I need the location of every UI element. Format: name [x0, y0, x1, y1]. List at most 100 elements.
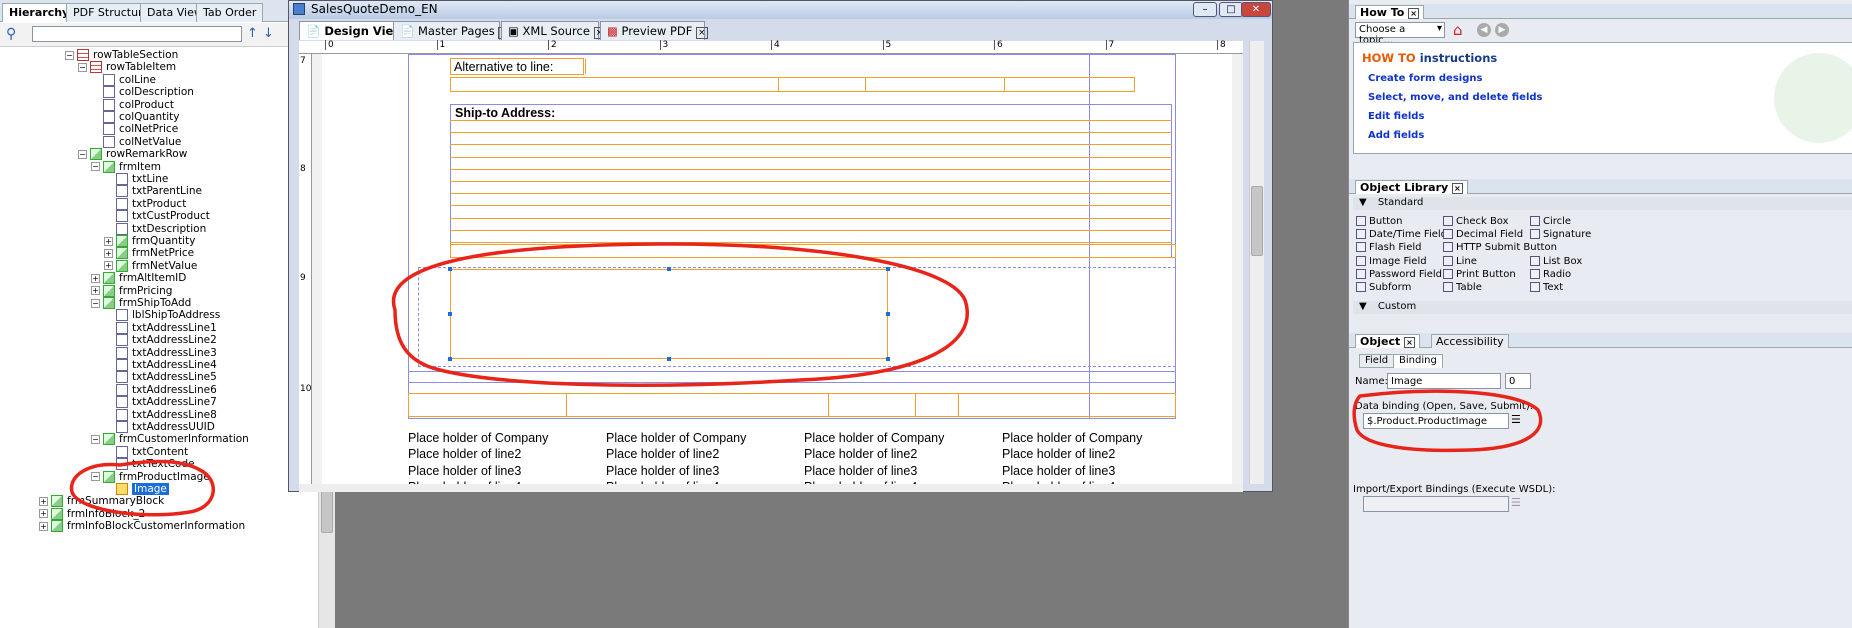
resize-handle[interactable]	[448, 357, 452, 361]
library-item[interactable]: Radio	[1530, 268, 1571, 280]
scrollbar-thumb[interactable]	[1251, 186, 1263, 256]
library-item[interactable]: Signature	[1530, 229, 1591, 240]
address-line-field[interactable]	[450, 168, 1172, 170]
expand-icon[interactable]: +	[91, 286, 100, 296]
expand-icon[interactable]: +	[39, 521, 48, 531]
collapse-icon[interactable]: −	[91, 434, 100, 444]
arrow-up-icon[interactable]: ↑	[247, 26, 258, 41]
close-icon[interactable]: ×	[1404, 337, 1415, 348]
custom-section-header[interactable]: ▼ Custom	[1353, 301, 1852, 314]
library-item[interactable]: Print Button	[1443, 268, 1516, 280]
library-item[interactable]: Circle	[1530, 216, 1571, 227]
address-line-field[interactable]	[450, 181, 1172, 182]
library-item[interactable]: Image Field	[1356, 255, 1427, 267]
resize-handle[interactable]	[886, 357, 890, 361]
howto-link-create[interactable]: Create form designs	[1368, 73, 1482, 84]
howto-title[interactable]: How To ×	[1355, 5, 1424, 19]
address-line-field[interactable]	[450, 242, 1172, 243]
library-item[interactable]: Line	[1443, 255, 1477, 267]
home-icon[interactable]: ⌂	[1453, 21, 1463, 39]
tab-accessibility[interactable]: Accessibility	[1431, 334, 1509, 348]
address-line-field[interactable]	[450, 132, 1172, 134]
form-page[interactable]: Alternative to line: Ship-to Address: Pl…	[322, 54, 1232, 484]
howto-link-select[interactable]: Select, move, and delete fields	[1368, 92, 1543, 103]
object-library-title[interactable]: Object Library ×	[1355, 180, 1468, 194]
library-item[interactable]: Text	[1530, 282, 1563, 293]
design-canvas[interactable]: Alternative to line: Ship-to Address: Pl…	[312, 54, 1243, 484]
topic-select[interactable]: Choose a topic... ▾	[1355, 22, 1445, 46]
expand-icon[interactable]: +	[104, 261, 113, 271]
library-item-label: Check Box	[1456, 216, 1509, 227]
binding-menu-icon[interactable]: ☰	[1511, 413, 1521, 426]
close-icon[interactable]: ×	[1408, 8, 1419, 19]
address-line-field[interactable]	[450, 193, 1172, 195]
resize-handle[interactable]	[886, 267, 890, 271]
expand-icon[interactable]: +	[104, 248, 113, 258]
library-item[interactable]: HTTP Submit Button	[1443, 242, 1557, 253]
tab-xml-source[interactable]: ▣ XML Source ×	[501, 21, 606, 40]
library-item[interactable]: Check Box	[1443, 216, 1509, 227]
canvas-horizontal-scrollbar[interactable]	[299, 484, 1243, 492]
summary-row[interactable]	[408, 393, 1176, 417]
address-line-field[interactable]	[450, 120, 1172, 121]
search-input[interactable]	[32, 26, 242, 42]
product-image-field[interactable]	[450, 269, 888, 359]
collapse-icon[interactable]: −	[65, 50, 74, 60]
address-line-field[interactable]	[450, 217, 1172, 219]
image-field-icon	[1356, 255, 1366, 266]
forward-icon[interactable]: ▶	[1495, 23, 1509, 37]
library-item[interactable]: Table	[1443, 282, 1482, 293]
library-item[interactable]: Date/Time Field	[1356, 229, 1447, 240]
subtab-binding[interactable]: Binding	[1393, 354, 1443, 368]
address-line-field[interactable]	[450, 156, 1172, 158]
howto-link-edit[interactable]: Edit fields	[1368, 111, 1424, 122]
tab-preview-pdf[interactable]: ▩ Preview PDF ×	[600, 21, 708, 40]
tab-object[interactable]: Object ×	[1355, 334, 1420, 348]
address-uuid-field[interactable]	[450, 244, 1176, 258]
back-icon[interactable]: ◀	[1477, 23, 1491, 37]
name-index-input[interactable]	[1505, 373, 1531, 389]
arrow-down-icon[interactable]: ↓	[263, 26, 274, 41]
alternative-field[interactable]: Alternative to line:	[450, 58, 586, 75]
resize-handle[interactable]	[667, 357, 671, 361]
resize-handle[interactable]	[886, 312, 890, 316]
close-icon[interactable]: ×	[1452, 183, 1463, 194]
data-binding-input[interactable]	[1363, 413, 1509, 429]
close-window-button[interactable]: ✕	[1241, 2, 1271, 17]
expand-icon[interactable]: +	[39, 496, 48, 506]
alternative-row-cells[interactable]	[450, 77, 1135, 92]
howto-link-add[interactable]: Add fields	[1368, 130, 1424, 141]
resize-handle[interactable]	[448, 312, 452, 316]
address-line-field[interactable]	[450, 144, 1172, 146]
standard-section-header[interactable]: ▼ Standard	[1353, 197, 1852, 210]
tab-master-pages[interactable]: 📄 Master Pages ×	[393, 21, 510, 40]
collapse-icon[interactable]: −	[78, 62, 87, 72]
tab-tab-order[interactable]: Tab Order	[196, 3, 264, 22]
subtab-field[interactable]: Field	[1359, 354, 1395, 368]
expand-icon[interactable]: +	[91, 273, 100, 283]
resize-handle[interactable]	[667, 267, 671, 271]
resize-handle[interactable]	[448, 267, 452, 271]
expand-icon[interactable]: +	[39, 509, 48, 519]
library-item[interactable]: Decimal Field	[1443, 229, 1523, 240]
address-line-field[interactable]	[450, 205, 1172, 207]
library-item[interactable]: List Box	[1530, 255, 1582, 267]
collapse-icon[interactable]: −	[91, 162, 100, 172]
import-export-input[interactable]	[1363, 496, 1509, 512]
library-item[interactable]: Button	[1356, 216, 1403, 227]
address-line-field[interactable]	[450, 229, 1172, 231]
canvas-vertical-scrollbar[interactable]	[1249, 41, 1264, 484]
collapse-icon[interactable]: −	[91, 298, 100, 308]
close-icon[interactable]: ×	[696, 27, 708, 39]
library-item[interactable]: Subform	[1356, 282, 1411, 293]
library-item[interactable]: Flash Field	[1356, 242, 1421, 253]
name-input[interactable]	[1387, 373, 1501, 389]
maximize-button[interactable]: □	[1219, 2, 1243, 17]
collapse-icon[interactable]: −	[78, 149, 87, 159]
expand-icon[interactable]: +	[104, 236, 113, 246]
minimize-button[interactable]: –	[1193, 2, 1217, 17]
tree-item[interactable]: + frmInfoBlockCustomerInformation	[39, 519, 245, 533]
collapse-icon[interactable]: −	[91, 472, 100, 482]
library-item[interactable]: Password Field	[1356, 268, 1442, 280]
search-icon[interactable]: ⚲	[6, 26, 16, 42]
